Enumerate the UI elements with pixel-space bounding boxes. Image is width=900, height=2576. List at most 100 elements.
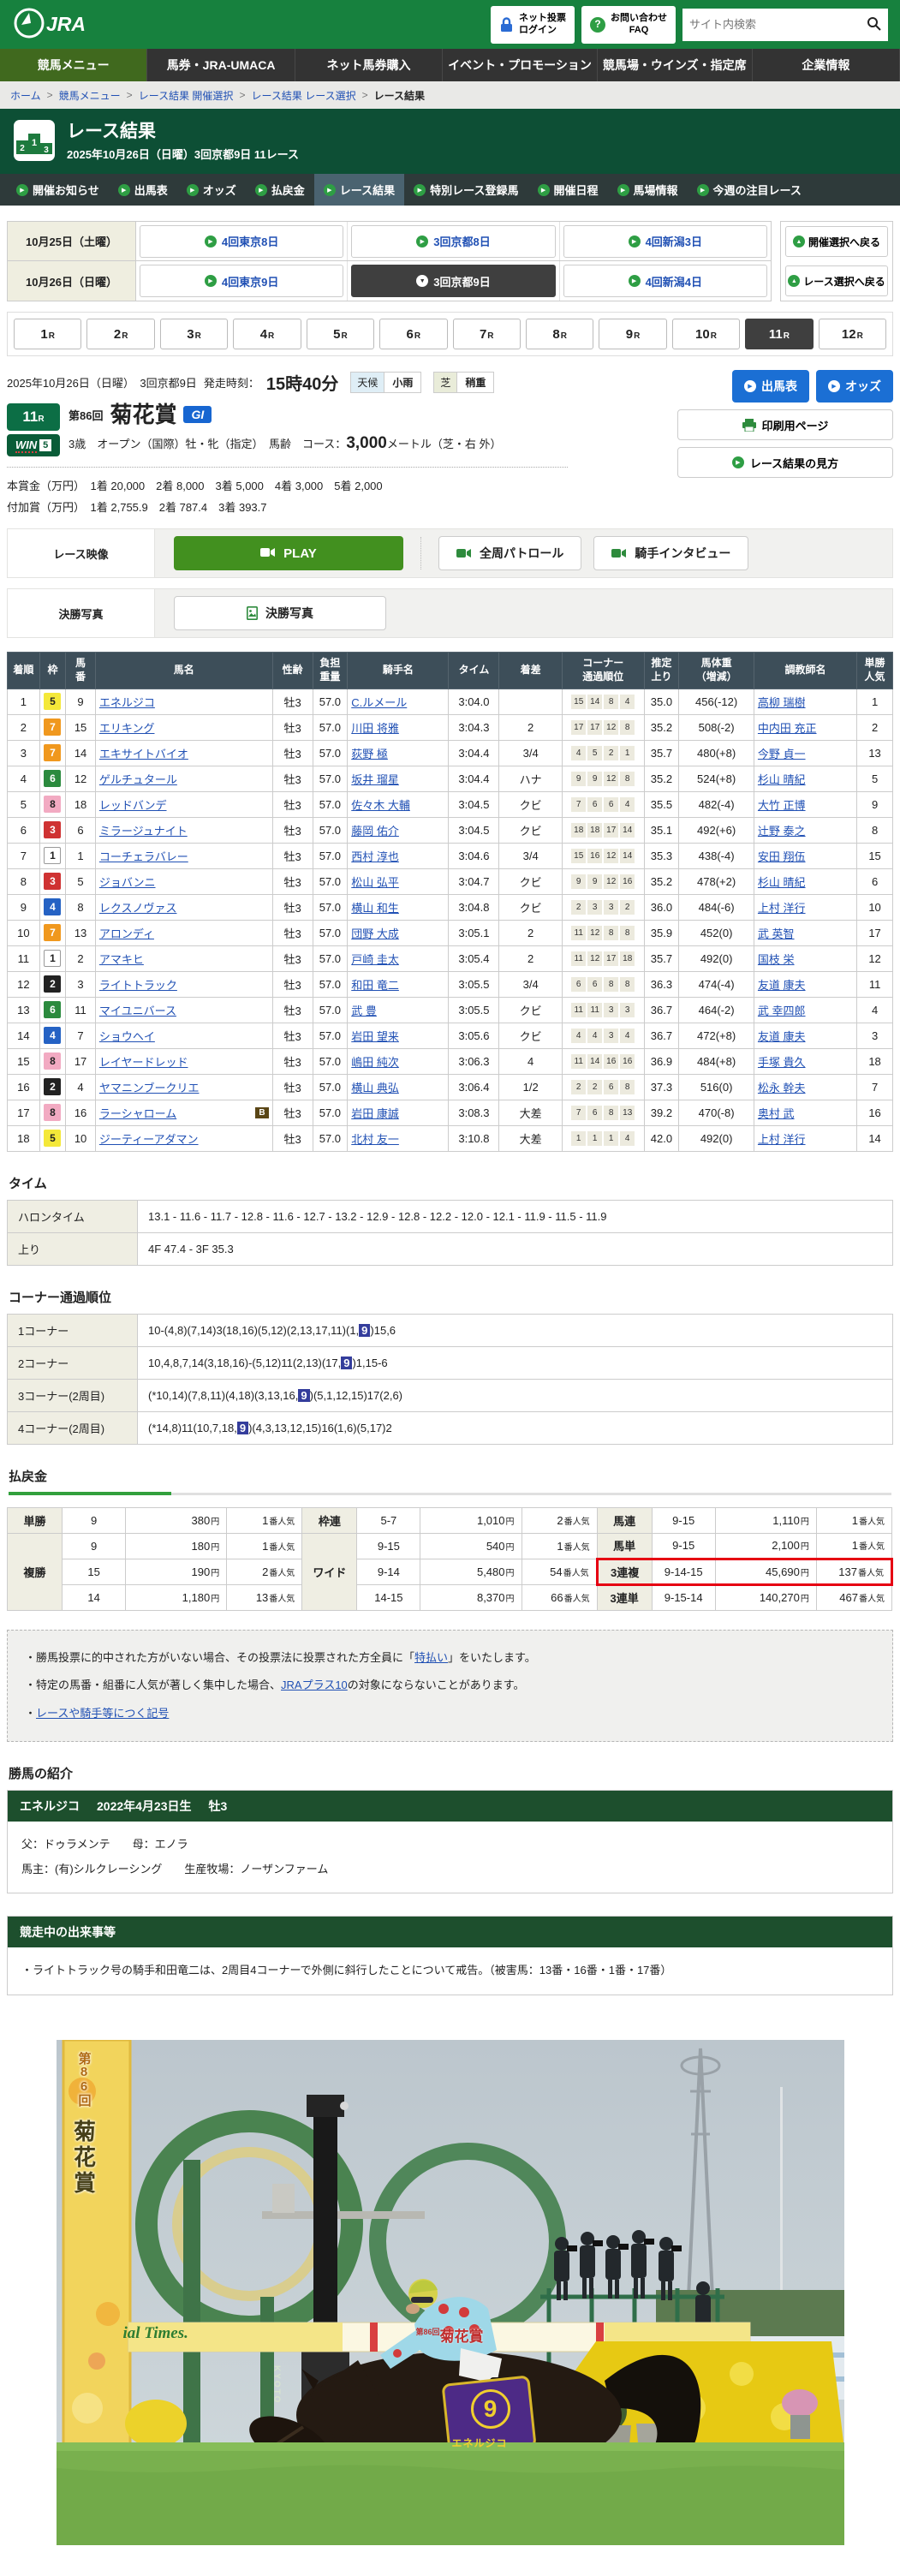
how-to-read-button[interactable]: ▶レース結果の見方 bbox=[677, 447, 893, 478]
print-page-button[interactable]: 印刷用ページ bbox=[677, 409, 893, 440]
horse-link[interactable]: レクスノヴァス bbox=[99, 899, 269, 915]
jockey-link[interactable]: 北村 友一 bbox=[351, 1133, 399, 1146]
net-voting-login-button[interactable]: ネット投票ログイン bbox=[491, 6, 575, 44]
sub-nav-item-2[interactable]: ▶出馬表 bbox=[109, 174, 177, 206]
race-button-4r[interactable]: 4R bbox=[233, 319, 301, 349]
jockey-link[interactable]: 西村 淳也 bbox=[351, 850, 399, 863]
back-button-2[interactable]: ▲レース選択へ戻る bbox=[785, 265, 888, 296]
trainer-link[interactable]: 武 幸四郎 bbox=[758, 1005, 806, 1017]
trainer-link[interactable]: 安田 翔伍 bbox=[758, 850, 806, 863]
trainer-link[interactable]: 手塚 貴久 bbox=[758, 1056, 806, 1069]
meeting-button-r2-2[interactable]: ▼3回京都9日 bbox=[351, 265, 555, 297]
trainer-link[interactable]: 武 英智 bbox=[758, 927, 795, 940]
trainer-link[interactable]: 上村 洋行 bbox=[758, 902, 806, 915]
jockey-link[interactable]: 横山 典弘 bbox=[351, 1082, 399, 1094]
horse-link[interactable]: アマキヒ bbox=[99, 951, 269, 967]
global-nav-item-1[interactable]: 競馬メニュー bbox=[0, 49, 147, 81]
horse-link[interactable]: ヤマニンブークリエ bbox=[99, 1079, 269, 1095]
race-button-1r[interactable]: 1R bbox=[14, 319, 81, 349]
faq-button[interactable]: ? お問い合わせFAQ bbox=[581, 6, 676, 44]
finish-photo-button[interactable]: 決勝写真 bbox=[174, 596, 386, 630]
jockey-link[interactable]: 荻野 極 bbox=[351, 748, 388, 760]
trainer-link[interactable]: 松永 幹夫 bbox=[758, 1082, 806, 1094]
horse-link[interactable]: ジョバンニ bbox=[99, 874, 269, 890]
breadcrumb-item-2[interactable]: 競馬メニュー bbox=[59, 88, 121, 103]
sub-nav-item-4[interactable]: ▶払戻金 bbox=[246, 174, 314, 206]
race-button-7r[interactable]: 7R bbox=[453, 319, 521, 349]
trainer-link[interactable]: 高柳 瑞樹 bbox=[758, 696, 806, 709]
jockey-link[interactable]: 佐々木 大輔 bbox=[351, 799, 410, 812]
race-button-6r[interactable]: 6R bbox=[379, 319, 447, 349]
horse-link[interactable]: エキサイトバイオ bbox=[99, 745, 269, 761]
jockey-link[interactable]: C.ルメール bbox=[351, 696, 407, 709]
search-input[interactable] bbox=[689, 18, 861, 31]
search-icon[interactable] bbox=[867, 16, 881, 33]
horse-link[interactable]: ライトトラック bbox=[99, 976, 269, 993]
race-button-10r[interactable]: 10R bbox=[672, 319, 740, 349]
race-button-8r[interactable]: 8R bbox=[526, 319, 593, 349]
trainer-link[interactable]: 辻野 泰之 bbox=[758, 825, 806, 838]
trainer-link[interactable]: 友道 康夫 bbox=[758, 979, 806, 992]
race-button-3r[interactable]: 3R bbox=[160, 319, 228, 349]
sub-nav-item-8[interactable]: ▶馬場情報 bbox=[608, 174, 688, 206]
meeting-button-r2-3[interactable]: ▶4回新潟4日 bbox=[563, 265, 767, 297]
trainer-link[interactable]: 国枝 栄 bbox=[758, 953, 795, 966]
sub-nav-item-5[interactable]: ▶レース結果 bbox=[314, 174, 404, 206]
jockey-link[interactable]: 和田 竜二 bbox=[351, 979, 399, 992]
trainer-link[interactable]: 中内田 充正 bbox=[758, 722, 817, 735]
jockey-link[interactable]: 戸崎 圭太 bbox=[351, 953, 399, 966]
jockey-link[interactable]: 団野 大成 bbox=[351, 927, 399, 940]
note-link[interactable]: JRAプラス10 bbox=[281, 1679, 348, 1691]
jockey-link[interactable]: 岩田 康誠 bbox=[351, 1107, 399, 1120]
trainer-link[interactable]: 上村 洋行 bbox=[758, 1133, 806, 1146]
horse-link[interactable]: アロンディ bbox=[99, 925, 269, 941]
meeting-button-r1-2[interactable]: ▶3回京都8日 bbox=[351, 225, 555, 258]
trainer-link[interactable]: 大竹 正博 bbox=[758, 799, 806, 812]
meeting-button-r1-1[interactable]: ▶4回東京8日 bbox=[140, 225, 343, 258]
jockey-link[interactable]: 川田 将雅 bbox=[351, 722, 399, 735]
trainer-link[interactable]: 今野 貞一 bbox=[758, 748, 806, 760]
trainer-link[interactable]: 奥村 武 bbox=[758, 1107, 795, 1120]
trainer-link[interactable]: 杉山 晴紀 bbox=[758, 876, 806, 889]
race-button-5r[interactable]: 5R bbox=[307, 319, 374, 349]
jockey-link[interactable]: 武 豊 bbox=[351, 1005, 377, 1017]
trainer-link[interactable]: 友道 康夫 bbox=[758, 1030, 806, 1043]
meeting-button-r2-1[interactable]: ▶4回東京9日 bbox=[140, 265, 343, 297]
back-button-1[interactable]: ▲開催選択へ戻る bbox=[785, 226, 888, 257]
race-button-12r[interactable]: 12R bbox=[819, 319, 886, 349]
breadcrumb-item-3[interactable]: レース結果 開催選択 bbox=[139, 88, 234, 103]
global-nav-item-6[interactable]: 企業情報 bbox=[753, 49, 900, 81]
horse-link[interactable]: エリキング bbox=[99, 719, 269, 736]
horse-link[interactable]: ラーシャローム bbox=[99, 1105, 253, 1121]
horse-link[interactable]: コーチェラバレー bbox=[99, 848, 269, 864]
horse-link[interactable]: ジーティーアダマン bbox=[99, 1130, 269, 1147]
trainer-link[interactable]: 杉山 晴紀 bbox=[758, 773, 806, 786]
race-button-2r[interactable]: 2R bbox=[86, 319, 154, 349]
horse-link[interactable]: エネルジコ bbox=[99, 694, 269, 710]
breadcrumb-item-1[interactable]: ホーム bbox=[10, 88, 41, 103]
sub-nav-item-3[interactable]: ▶オッズ bbox=[177, 174, 246, 206]
odds-button[interactable]: ▶オッズ bbox=[816, 370, 893, 402]
global-nav-item-2[interactable]: 馬券・JRA-UMACA bbox=[147, 49, 295, 81]
sub-nav-item-6[interactable]: ▶特別レース登録馬 bbox=[404, 174, 527, 206]
jockey-link[interactable]: 横山 和生 bbox=[351, 902, 399, 915]
sub-nav-item-1[interactable]: ▶開催お知らせ bbox=[7, 174, 109, 206]
race-button-11r[interactable]: 11R bbox=[745, 319, 813, 349]
sub-nav-item-9[interactable]: ▶今週の注目レース bbox=[688, 174, 811, 206]
jockey-link[interactable]: 松山 弘平 bbox=[351, 876, 399, 889]
play-button[interactable]: PLAY bbox=[174, 536, 403, 570]
horse-link[interactable]: ゲルチュタール bbox=[99, 771, 269, 787]
global-nav-item-4[interactable]: イベント・プロモーション bbox=[443, 49, 598, 81]
jockey-link[interactable]: 坂井 瑠星 bbox=[351, 773, 399, 786]
jockey-interview-button[interactable]: 騎手インタビュー bbox=[593, 536, 748, 570]
breadcrumb-item-4[interactable]: レース結果 レース選択 bbox=[251, 88, 355, 103]
note-link[interactable]: レースや騎手等につく記号 bbox=[36, 1707, 169, 1720]
horse-link[interactable]: レッドバンデ bbox=[99, 796, 269, 813]
entry-table-button[interactable]: ▶出馬表 bbox=[732, 370, 809, 402]
horse-link[interactable]: マイユニバース bbox=[99, 1002, 269, 1018]
jockey-link[interactable]: 岩田 望来 bbox=[351, 1030, 399, 1043]
horse-link[interactable]: ミラージュナイト bbox=[99, 822, 269, 838]
global-nav-item-3[interactable]: ネット馬券購入 bbox=[295, 49, 443, 81]
race-button-9r[interactable]: 9R bbox=[599, 319, 666, 349]
horse-link[interactable]: ショウヘイ bbox=[99, 1028, 269, 1044]
